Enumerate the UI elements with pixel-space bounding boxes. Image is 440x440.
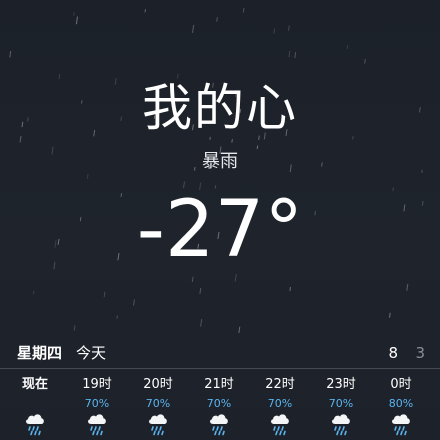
rain-cloud-icon [390, 410, 412, 436]
hour-item: 19时 70% [67, 370, 127, 440]
current-temperature: -27° [136, 185, 304, 275]
rain-streak [200, 319, 203, 327]
rain-streak [288, 25, 290, 31]
hour-label: 23时 [326, 377, 356, 392]
rain-streak [73, 12, 75, 16]
rain-streak [144, 9, 146, 13]
location-name: 我的心 [142, 79, 298, 137]
rain-streak [103, 291, 106, 298]
rain-streak [75, 16, 78, 25]
rain-streak [406, 283, 409, 291]
weather-screen: 我的心 暴雨 -27° 星期四 今天 8 3 现在 19时 70% 20时 70… [0, 0, 440, 440]
hour-label: 21时 [204, 377, 234, 392]
hourly-forecast[interactable]: 现在 19时 70% 20时 70% 21时 70% 22时 70% 23时 7… [0, 370, 440, 440]
rain-streak [199, 287, 202, 294]
rain-cloud-icon [86, 410, 108, 436]
high-temperature: 8 [388, 344, 398, 362]
hour-label: 0时 [390, 377, 412, 392]
rain-streak [346, 45, 349, 49]
rain-streak [116, 315, 118, 319]
hour-item: 21时 70% [189, 370, 249, 440]
rain-streak [9, 50, 12, 58]
precipitation-probability: 80% [388, 397, 414, 410]
rain-cloud-icon [269, 410, 291, 436]
rain-streak [231, 139, 233, 143]
day-summary-row: 星期四 今天 8 3 [0, 338, 440, 368]
rain-streak [289, 286, 291, 292]
hour-label: 22时 [265, 377, 295, 392]
rain-streak [242, 7, 245, 13]
divider [0, 368, 440, 369]
rain-streak [32, 290, 35, 295]
rain-streak [389, 312, 391, 318]
rain-streak [256, 145, 259, 150]
weekday-label: 星期四 [17, 344, 63, 362]
today-label: 今天 [76, 344, 107, 362]
hour-item: 23时 70% [311, 370, 371, 440]
rain-cloud-icon [208, 410, 230, 436]
rain-streak [294, 52, 297, 58]
low-temperature: 3 [415, 344, 425, 362]
hour-label: 现在 [21, 377, 48, 392]
precipitation-probability: 70% [206, 397, 232, 410]
rain-streak [273, 28, 276, 34]
precipitation-probability: 70% [84, 397, 110, 410]
precipitation-probability: 70% [145, 397, 171, 410]
hour-item: 0时 80% [371, 370, 431, 440]
rain-cloud-icon [330, 410, 352, 436]
rain-streak [288, 50, 291, 58]
hour-item: 20时 70% [128, 370, 188, 440]
precipitation-probability: 70% [328, 397, 354, 410]
rain-streak [192, 24, 195, 33]
hour-item: 现在 [5, 370, 65, 440]
rain-cloud-icon [24, 410, 46, 436]
rain-streak [238, 326, 241, 333]
rain-cloud-icon [147, 410, 169, 436]
hour-item: 22时 70% [250, 370, 310, 440]
hour-label: 20时 [143, 377, 173, 392]
rain-streak [86, 174, 89, 179]
rain-streak [364, 58, 366, 64]
precipitation-probability: 70% [267, 397, 293, 410]
rain-streak [73, 325, 76, 331]
rain-streak [133, 299, 135, 306]
weather-condition: 暴雨 [202, 151, 238, 172]
hour-label: 19时 [82, 377, 112, 392]
rain-streak [216, 17, 218, 22]
